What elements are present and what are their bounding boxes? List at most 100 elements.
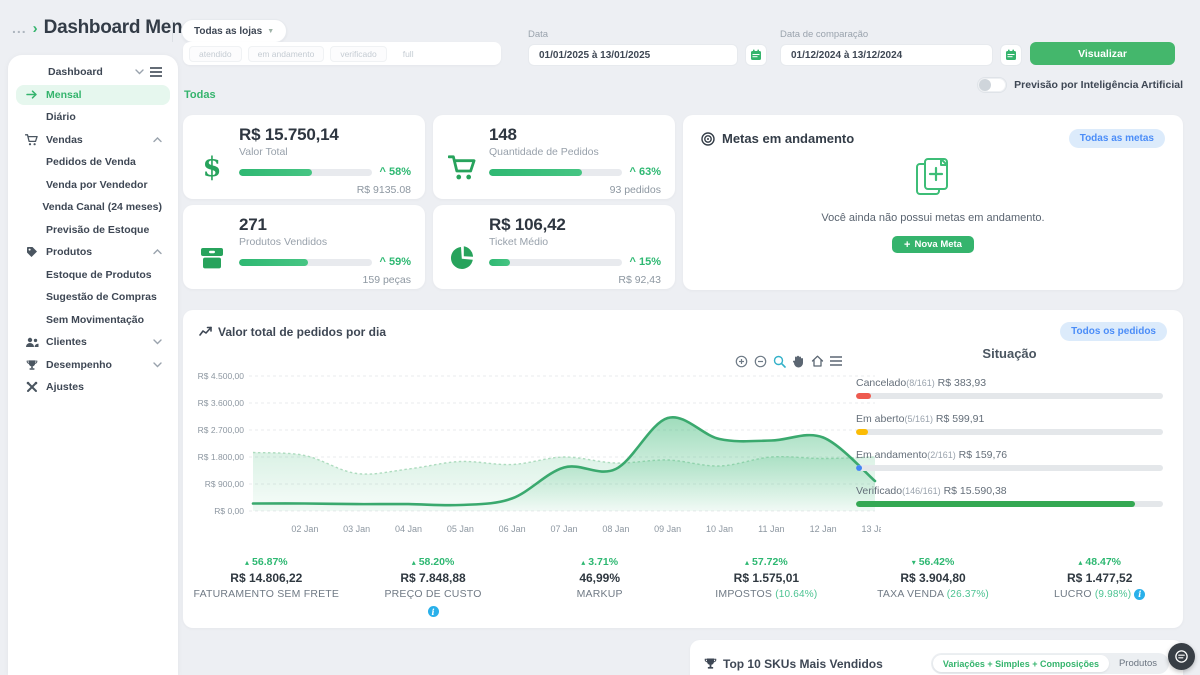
kpi-change: ^ 59% bbox=[380, 256, 412, 268]
sidebar-item-desempenho[interactable]: Desempenho bbox=[16, 355, 170, 375]
sidebar-item-sugestao-de-compras[interactable]: Sugestão de Compras bbox=[16, 288, 170, 308]
situacao-row-em-andamento: Em andamento(2/161) R$ 159,76 bbox=[856, 449, 1163, 471]
x-axis-tick: 09 Jan bbox=[654, 524, 681, 534]
kpi-progress-fill bbox=[239, 169, 312, 176]
stat-label: LUCRO (9.98%) i bbox=[1016, 588, 1183, 600]
sidebar-item-label: Venda por Vendedor bbox=[46, 179, 162, 191]
chevron-down-icon[interactable] bbox=[135, 69, 144, 75]
arrow-up-icon: ▴ bbox=[412, 558, 416, 567]
sidebar-item-venda-por-vendedor[interactable]: Venda por Vendedor bbox=[16, 175, 170, 195]
sidebar-header-label[interactable]: Dashboard bbox=[48, 66, 129, 78]
situacao-row-label: Em andamento(2/161) R$ 159,76 bbox=[856, 449, 1163, 461]
kpi-change: ^ 63% bbox=[630, 166, 662, 178]
all-goals-badge[interactable]: Todas as metas bbox=[1069, 129, 1165, 148]
support-chat-button[interactable] bbox=[1168, 643, 1195, 670]
segment-products[interactable]: Produtos bbox=[1109, 658, 1167, 669]
sidebar-item-pedidos-de-venda[interactable]: Pedidos de Venda bbox=[16, 153, 170, 173]
stat-change: ▴58.20% bbox=[350, 556, 517, 568]
sidebar-item-clientes[interactable]: Clientes bbox=[16, 333, 170, 353]
stat-lucro: ▴48.47% R$ 1.477,52 LUCRO (9.98%) i bbox=[1016, 556, 1183, 621]
y-axis-tick: R$ 900,00 bbox=[205, 479, 244, 489]
header-divider bbox=[172, 20, 173, 42]
ai-forecast-toggle[interactable] bbox=[977, 77, 1007, 93]
filter-chip-atendido[interactable]: atendido bbox=[189, 46, 242, 62]
stat-value: R$ 1.477,52 bbox=[1016, 571, 1183, 585]
stat-markup: ▴3.71% 46,99% MARKUP bbox=[516, 556, 683, 621]
arrow-up-icon: ▴ bbox=[245, 558, 249, 567]
comparison-calendar-button[interactable] bbox=[1000, 44, 1022, 66]
tools-icon bbox=[24, 381, 39, 393]
sidebar-item-venda-canal-24-meses[interactable]: Venda Canal (24 meses) bbox=[16, 198, 170, 218]
chevron-down-icon bbox=[153, 339, 162, 345]
filter-chip-em-andamento[interactable]: em andamento bbox=[248, 46, 325, 62]
stat-value: 46,99% bbox=[516, 571, 683, 585]
tab-todas[interactable]: Todas bbox=[184, 89, 216, 101]
info-icon[interactable]: i bbox=[1134, 589, 1145, 600]
sidebar-item-diario[interactable]: Diário bbox=[16, 108, 170, 128]
sidebar-item-mensal[interactable]: Mensal bbox=[16, 85, 170, 105]
comparison-date-range-input[interactable]: 01/12/2024 à 13/12/2024 bbox=[780, 44, 993, 66]
dashboard-screen: ... › Dashboard Mensal Todas as lojas ▼ … bbox=[0, 0, 1200, 675]
breadcrumb-collapse-dots[interactable]: ... bbox=[12, 20, 27, 36]
chevron-up-icon bbox=[153, 137, 162, 143]
stat-preco-de-custo: ▴58.20% R$ 7.848,88 PREÇO DE CUSTOi bbox=[350, 556, 517, 621]
filter-chip-verificado[interactable]: verificado bbox=[330, 46, 386, 62]
segment-variations[interactable]: Variações + Simples + Composições bbox=[933, 655, 1109, 672]
sidebar-item-label: Estoque de Produtos bbox=[46, 269, 162, 281]
zoom-out-icon[interactable] bbox=[753, 354, 767, 368]
sidebar-item-sem-movimentacao[interactable]: Sem Movimentação bbox=[16, 310, 170, 330]
new-goal-button[interactable]: + Nova Meta bbox=[892, 236, 974, 253]
sidebar-item-estoque-de-produtos[interactable]: Estoque de Produtos bbox=[16, 265, 170, 285]
sidebar-item-produtos[interactable]: Produtos bbox=[16, 243, 170, 263]
calendar-button[interactable] bbox=[745, 44, 767, 66]
kpi-label: Quantidade de Pedidos bbox=[489, 146, 661, 158]
y-axis-tick: R$ 4.500,00 bbox=[198, 371, 245, 381]
date-label: Data bbox=[528, 29, 767, 40]
kpi-progress-track bbox=[239, 259, 372, 266]
kpi-progress-track bbox=[489, 169, 622, 176]
sidebar-item-label: Desempenho bbox=[46, 359, 146, 371]
sidebar-item-vendas[interactable]: Vendas bbox=[16, 130, 170, 150]
zoom-in-icon[interactable] bbox=[734, 354, 748, 368]
top-skus-title-text: Top 10 SKUs Mais Vendidos bbox=[723, 657, 883, 671]
pan-icon[interactable] bbox=[791, 354, 805, 368]
stat-change: ▴56.87% bbox=[183, 556, 350, 568]
kpi-card-produtos-vendidos: 271 Produtos Vendidos ^ 59% 159 peças bbox=[183, 205, 425, 289]
sidebar-item-previsao-de-estoque[interactable]: Previsão de Estoque bbox=[16, 220, 170, 240]
sidebar-item-label: Sugestão de Compras bbox=[46, 291, 162, 303]
selection-zoom-icon[interactable] bbox=[772, 354, 786, 368]
stat-label: IMPOSTOS (10.64%) bbox=[683, 588, 850, 600]
x-axis-tick: 05 Jan bbox=[447, 524, 474, 534]
chart-title-text: Valor total de pedidos por dia bbox=[218, 325, 386, 339]
x-axis-tick: 07 Jan bbox=[550, 524, 577, 534]
orders-area-chart[interactable]: R$ 4.500,00R$ 3.600,00R$ 2.700,00R$ 1.80… bbox=[191, 368, 881, 546]
support-chat-icon bbox=[1174, 649, 1189, 664]
status-filter-input[interactable]: atendido em andamento verificado full bbox=[183, 42, 501, 65]
summary-stats-row: ▴56.87% R$ 14.806,22 FATURAMENTO SEM FRE… bbox=[183, 556, 1183, 621]
situacao-bar-fill bbox=[856, 465, 862, 471]
situacao-row-verificado: Verificado(146/161) R$ 15.590,38 bbox=[856, 485, 1163, 507]
goals-card: Metas em andamento Todas as metas Você a… bbox=[683, 115, 1183, 290]
home-icon[interactable] bbox=[810, 354, 824, 368]
stat-label: MARKUP bbox=[516, 588, 683, 600]
date-range-input[interactable]: 01/01/2025 à 13/01/2025 bbox=[528, 44, 738, 66]
store-selector-button[interactable]: Todas as lojas ▼ bbox=[181, 19, 287, 43]
sidebar-item-label: Vendas bbox=[46, 134, 146, 146]
kpi-value: R$ 106,42 bbox=[489, 215, 661, 235]
chart-toolbar bbox=[734, 354, 843, 368]
visualize-button[interactable]: Visualizar bbox=[1030, 42, 1175, 65]
situacao-bar-fill bbox=[856, 429, 868, 435]
comparison-date-label: Data de comparação bbox=[780, 29, 1022, 40]
store-selector-label: Todas as lojas bbox=[194, 26, 262, 37]
filter-chip-full[interactable]: full bbox=[393, 46, 424, 62]
sidebar-nav: Mensal Diário Vendas Pedidos de Venda Venda … bbox=[8, 85, 178, 397]
arrow-up-icon: ▴ bbox=[581, 558, 585, 567]
menu-icon[interactable] bbox=[829, 354, 843, 368]
x-axis-tick: 12 Jan bbox=[810, 524, 837, 534]
all-orders-badge[interactable]: Todos os pedidos bbox=[1060, 322, 1167, 341]
kpi-progress-fill bbox=[489, 259, 510, 266]
info-icon[interactable]: i bbox=[428, 606, 439, 617]
sidebar-item-ajustes[interactable]: Ajustes bbox=[16, 378, 170, 398]
calendar-icon bbox=[750, 49, 762, 61]
hamburger-menu-icon[interactable] bbox=[150, 67, 162, 77]
